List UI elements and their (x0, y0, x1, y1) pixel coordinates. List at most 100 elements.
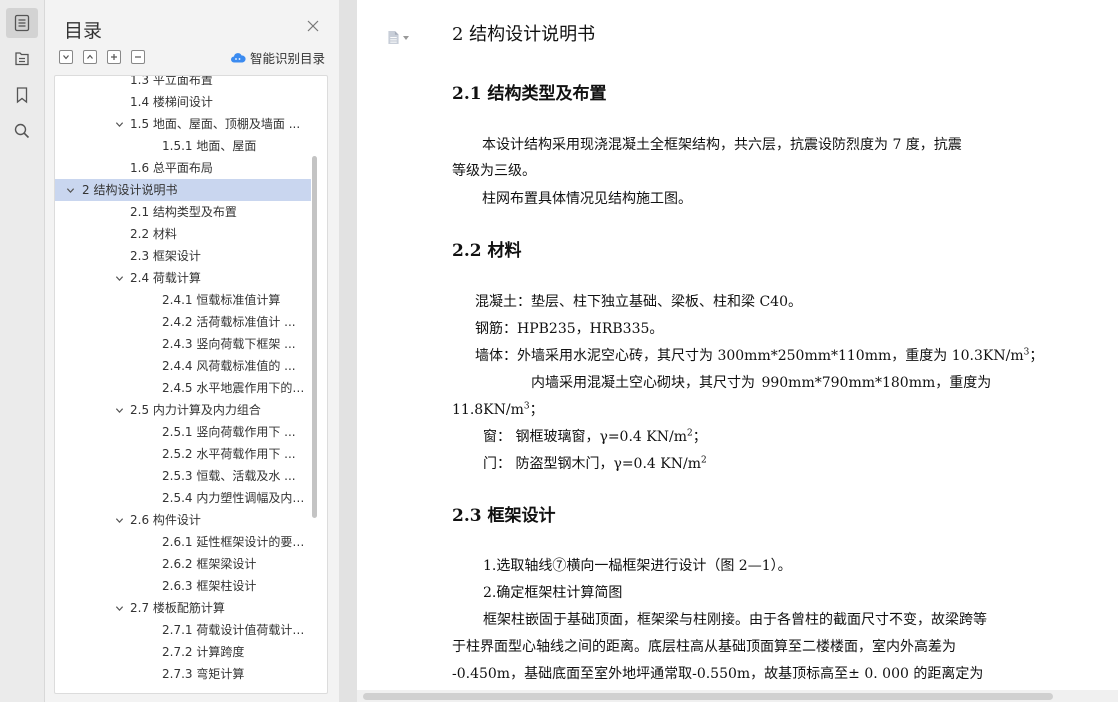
toc-item-label: 2.1 结构类型及布置 (130, 205, 237, 219)
caret-down-icon (403, 35, 409, 40)
toc-item-label: 1.4 楼梯间设计 (130, 95, 213, 109)
toc-item[interactable]: 2.2 材料 (55, 223, 311, 245)
toc-item[interactable]: 2.4.2 活荷载标准值计 ... (55, 311, 311, 333)
expand-button[interactable] (59, 50, 73, 64)
toc-item[interactable]: 2.6 构件设计 (55, 509, 311, 531)
chevron-up-icon (87, 54, 93, 59)
paragraph: 2.确定框架柱计算简图 (483, 585, 623, 601)
toc-item-label: 2.4.5 水平地震作用下的 ... (162, 381, 305, 395)
toc-item-label: 2.7.3 弯矩计算 (162, 667, 245, 681)
toc-close-button[interactable] (305, 18, 321, 34)
paragraph: 框架柱嵌固于基础顶面，框架梁与柱刚接。由于各曾柱的截面尺寸不变，故梁跨等 (483, 612, 987, 628)
smart-toc-button[interactable]: 智能识别目录 (230, 48, 325, 67)
toc-item[interactable]: 2.7.1 荷载设计值荷载计 ... (55, 619, 311, 641)
toc-item-label: 2.6.2 框架梁设计 (162, 557, 257, 571)
plus-icon (111, 54, 117, 60)
toc-item[interactable]: 1.6 总平面布局 (55, 157, 311, 179)
horizontal-scrollbar[interactable] (357, 690, 1118, 702)
toc-panel-button[interactable] (6, 8, 38, 38)
paragraph: 1.选取轴线⑦横向一榀框架进行设计（图 2—1）。 (483, 558, 792, 574)
toc-item[interactable]: 2.4.1 恒载标准值计算 (55, 289, 311, 311)
toc-item-label: 1.6 总平面布局 (130, 161, 213, 175)
toc-item[interactable]: 2.6.2 框架梁设计 (55, 553, 311, 575)
toc-item-label: 2.6.1 延性框架设计的要 ... (162, 535, 305, 549)
toc-item[interactable]: 1.3 平立面布置 (55, 75, 311, 91)
paragraph: 门： 防盗型钢木门，γ=0.4 KN/m2 (483, 455, 707, 472)
toc-item[interactable]: 2.5.1 竖向荷载作用下 ... (55, 421, 311, 443)
toc-item-label: 2.7 楼板配筋计算 (130, 601, 225, 615)
chevron-down-icon[interactable] (114, 113, 124, 135)
toc-item-label: 2.5 内力计算及内力组合 (130, 403, 261, 417)
toc-item[interactable]: 2.5 内力计算及内力组合 (55, 399, 311, 421)
paragraph: -0.450m，基础底面至室外地坪通常取-0.550m，故基顶标高至± 0. 0… (452, 666, 984, 682)
paragraph: 钢筋：HPB235，HRB335。 (475, 321, 664, 337)
toc-item[interactable]: 2.7.2 计算跨度 (55, 641, 311, 663)
toc-scrollbar[interactable] (312, 156, 317, 518)
toc-item[interactable]: 2.5.2 水平荷载作用下 ... (55, 443, 311, 465)
toc-item[interactable]: 2.7 楼板配筋计算 (55, 597, 311, 619)
toc-item-label: 2.5.1 竖向荷载作用下 ... (162, 425, 296, 439)
smart-toc-label: 智能识别目录 (249, 51, 325, 66)
close-icon (307, 20, 319, 32)
toc-item-label: 2 结构设计说明书 (82, 183, 178, 197)
document-page: 2 结构设计说明书 2.1 结构类型及布置 本设计结构采用现浇混凝土全框架结构，… (357, 0, 1118, 702)
document-icon (388, 31, 399, 44)
chevron-down-icon[interactable] (114, 509, 124, 531)
chapter-heading: 2 结构设计说明书 (452, 24, 596, 45)
chevron-down-icon[interactable] (65, 179, 75, 201)
toc-item-label: 2.6 构件设计 (130, 513, 201, 527)
toc-item[interactable]: 1.5 地面、屋面、顶棚及墙面 ... (55, 113, 311, 135)
toc-item-label: 2.5.4 内力塑性调幅及内 ... (162, 491, 305, 505)
paragraph: 柱网布置具体情况见结构施工图。 (482, 191, 692, 207)
horizontal-scroll-thumb[interactable] (363, 693, 1053, 700)
paragraph: 混凝土：垫层、柱下独立基础、梁板、柱和梁 C40。 (475, 294, 802, 310)
toc-item[interactable]: 2 结构设计说明书 (55, 179, 311, 201)
toc-item-label: 1.5 地面、屋面、顶棚及墙面 ... (130, 117, 301, 131)
paragraph: 墙体：外墙采用水泥空心砖，其尺寸为 300mm*250mm*110mm，重度为 … (475, 347, 1044, 364)
toc-item[interactable]: 2.1 结构类型及布置 (55, 201, 311, 223)
toc-item[interactable]: 1.4 楼梯间设计 (55, 91, 311, 113)
toc-item[interactable]: 2.6.1 延性框架设计的要 ... (55, 531, 311, 553)
bookmark-icon (16, 87, 28, 104)
add-heading-button[interactable] (107, 50, 121, 64)
toc-item[interactable]: 2.4.4 风荷载标准值的 ... (55, 355, 311, 377)
toc-item-label: 2.4 荷载计算 (130, 271, 201, 285)
toc-item[interactable]: 2.3 框架设计 (55, 245, 311, 267)
toc-item-label: 2.7.1 荷载设计值荷载计 ... (162, 623, 305, 637)
paragraph-style-button[interactable] (387, 30, 409, 45)
bookmark-panel-button[interactable] (6, 80, 38, 110)
chevron-down-icon[interactable] (114, 267, 124, 289)
remove-heading-button[interactable] (131, 50, 145, 64)
toc-item-label: 2.4.3 竖向荷载下框架 ... (162, 337, 296, 351)
paragraph: 内墙采用混凝土空心砌块，其尺寸为 990mm*790mm*180mm，重度为 (531, 375, 992, 391)
toc-item-label: 2.5.2 水平荷载作用下 ... (162, 447, 296, 461)
toc-item[interactable]: 2.7.3 弯矩计算 (55, 663, 311, 685)
paragraph: 于柱界面型心轴线之间的距离。底层柱高从基础顶面算至二楼楼面，室内外高差为 (452, 639, 956, 655)
chevron-down-icon[interactable] (114, 597, 124, 619)
search-panel-button[interactable] (6, 116, 38, 146)
chevron-down-icon[interactable] (114, 399, 124, 421)
cloud-ai-icon (230, 52, 246, 62)
toc-item-label: 1.5.1 地面、屋面 (162, 139, 257, 153)
toc-item[interactable]: 2.5.4 内力塑性调幅及内 ... (55, 487, 311, 509)
toc-item[interactable]: 2.4.5 水平地震作用下的 ... (55, 377, 311, 399)
collapse-button[interactable] (83, 50, 97, 64)
paragraph: 等级为三级。 (452, 163, 536, 179)
section-heading-2-1: 2.1 结构类型及布置 (452, 84, 607, 104)
paragraph: 窗： 钢框玻璃窗，γ=0.4 KN/m2； (483, 428, 707, 445)
toc-title: 目录 (64, 20, 103, 42)
toc-item[interactable]: 2.5.3 恒载、活载及水 ... (55, 465, 311, 487)
toc-item[interactable]: 2.6.3 框架柱设计 (55, 575, 311, 597)
toc-item[interactable]: 1.5.1 地面、屋面 (55, 135, 311, 157)
toc-item-label: 1.3 平立面布置 (130, 75, 213, 87)
toc-item-label: 2.5.3 恒载、活载及水 ... (162, 469, 296, 483)
paragraph: 11.8KN/m3； (452, 401, 544, 418)
toc-item[interactable]: 2.4 荷载计算 (55, 267, 311, 289)
panel-splitter[interactable] (339, 0, 357, 702)
outline-icon (15, 52, 29, 66)
toc-item[interactable]: 2.4.3 竖向荷载下框架 ... (55, 333, 311, 355)
toc-tree: 1.3 平立面布置 1.4 楼梯间设计 1.5 地面、屋面、顶棚及墙面 ... 1.5… (54, 75, 328, 694)
toc-item-label: 2.4.1 恒载标准值计算 (162, 293, 281, 307)
outline-panel-button[interactable] (6, 44, 38, 74)
search-icon (14, 123, 30, 139)
